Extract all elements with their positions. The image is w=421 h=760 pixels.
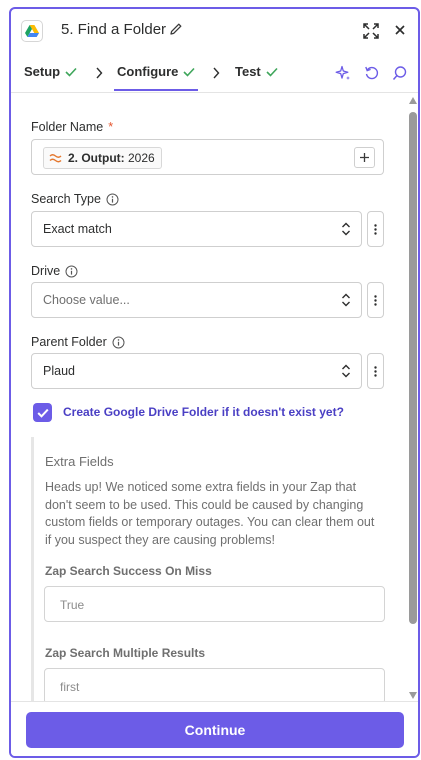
search-type-value: Exact match — [43, 222, 112, 236]
create-folder-checkbox[interactable] — [33, 403, 52, 422]
folder-name-field[interactable]: 2. Output: 2026 — [31, 139, 384, 175]
step-tabs: Setup Configure Test — [11, 55, 418, 93]
parent-folder-value: Plaud — [43, 364, 75, 378]
extra-fields-title: Extra Fields — [45, 454, 114, 469]
info-icon[interactable] — [112, 336, 125, 349]
extra-fields-section: Extra Fields Heads up! We noticed some e… — [31, 437, 386, 701]
pill-value: 2026 — [128, 151, 155, 165]
select-chevron-icon — [342, 222, 350, 236]
mapped-value-pill[interactable]: 2. Output: 2026 — [43, 147, 162, 169]
configure-form: Folder Name * 2. Output: 2026 Search Typ… — [11, 94, 406, 701]
zap-search-multiple-label: Zap Search Multiple Results — [45, 646, 206, 660]
checkmark-icon — [36, 408, 49, 418]
tab-configure[interactable]: Configure — [113, 64, 199, 91]
drive-more-button[interactable] — [367, 282, 384, 318]
more-vertical-icon — [374, 294, 377, 306]
drive-label-text: Drive — [31, 264, 61, 278]
check-icon — [266, 67, 278, 77]
more-vertical-icon — [374, 365, 377, 377]
parent-folder-more-button[interactable] — [367, 353, 384, 389]
search-type-select[interactable]: Exact match — [31, 211, 362, 247]
search-type-label-text: Search Type — [31, 192, 101, 206]
notice-line: custom fields or temporary outages. You … — [45, 515, 375, 530]
notice-line: don't seem to be used. This could be cau… — [45, 497, 364, 512]
zap-search-success-field[interactable]: True — [44, 586, 385, 622]
comment-search-icon[interactable] — [392, 65, 408, 86]
expand-icon[interactable] — [363, 23, 379, 44]
scrollbar[interactable] — [406, 94, 418, 701]
search-type-more-button[interactable] — [367, 211, 384, 247]
notice-line: Heads up! We noticed some extra fields i… — [45, 480, 357, 494]
folder-name-label-text: Folder Name — [31, 120, 104, 134]
add-value-button[interactable] — [354, 147, 375, 168]
notice-line: if you suspect they are causing problems… — [45, 532, 275, 547]
tab-configure-label: Configure — [117, 64, 179, 79]
refresh-icon[interactable] — [364, 65, 380, 86]
drive-label: Drive — [31, 264, 78, 278]
tab-test[interactable]: Test — [235, 64, 278, 79]
scrollbar-thumb[interactable] — [409, 112, 417, 624]
parent-folder-select[interactable]: Plaud — [31, 353, 362, 389]
tab-setup-label: Setup — [24, 64, 61, 79]
google-drive-icon — [21, 20, 43, 42]
zap-search-multiple-value: first — [60, 680, 80, 694]
folder-name-label: Folder Name * — [31, 120, 113, 134]
required-mark: * — [108, 120, 114, 134]
formatter-step-icon — [49, 154, 62, 163]
drive-select[interactable]: Choose value... — [31, 282, 362, 318]
zap-search-success-value: True — [60, 598, 85, 612]
select-chevron-icon — [342, 293, 350, 307]
close-icon[interactable] — [393, 23, 407, 42]
search-type-label: Search Type — [31, 192, 119, 206]
edit-pencil-icon[interactable] — [169, 22, 183, 41]
scroll-down-arrow-icon[interactable] — [409, 692, 417, 699]
continue-button[interactable]: Continue — [26, 712, 404, 748]
drive-placeholder: Choose value... — [43, 293, 130, 307]
scroll-up-arrow-icon[interactable] — [409, 97, 417, 104]
tab-setup[interactable]: Setup — [24, 64, 77, 79]
panel-footer: Continue — [11, 701, 418, 756]
step-editor-panel: 5. Find a Folder Setup Configure Test Fo… — [9, 7, 420, 758]
panel-header: 5. Find a Folder — [11, 9, 418, 55]
chevron-right-icon — [96, 67, 103, 79]
ai-sparkle-icon[interactable] — [335, 65, 351, 86]
plus-icon — [360, 153, 369, 162]
step-title: 5. Find a Folder — [61, 21, 167, 38]
zap-search-multiple-field[interactable]: first — [44, 668, 385, 701]
more-vertical-icon — [374, 223, 377, 235]
parent-folder-label-text: Parent Folder — [31, 335, 107, 349]
check-icon — [183, 67, 195, 77]
tab-test-label: Test — [235, 64, 261, 79]
parent-folder-label: Parent Folder — [31, 335, 125, 349]
create-folder-label[interactable]: Create Google Drive Folder if it doesn't… — [63, 405, 344, 419]
chevron-right-icon — [213, 67, 220, 79]
check-icon — [65, 67, 77, 77]
info-icon[interactable] — [65, 265, 78, 278]
extra-fields-notice: Heads up! We noticed some extra fields i… — [45, 479, 380, 549]
info-icon[interactable] — [106, 193, 119, 206]
zap-search-success-label: Zap Search Success On Miss — [45, 564, 212, 578]
select-chevron-icon — [342, 364, 350, 378]
pill-step-name: 2. Output: — [68, 151, 125, 165]
